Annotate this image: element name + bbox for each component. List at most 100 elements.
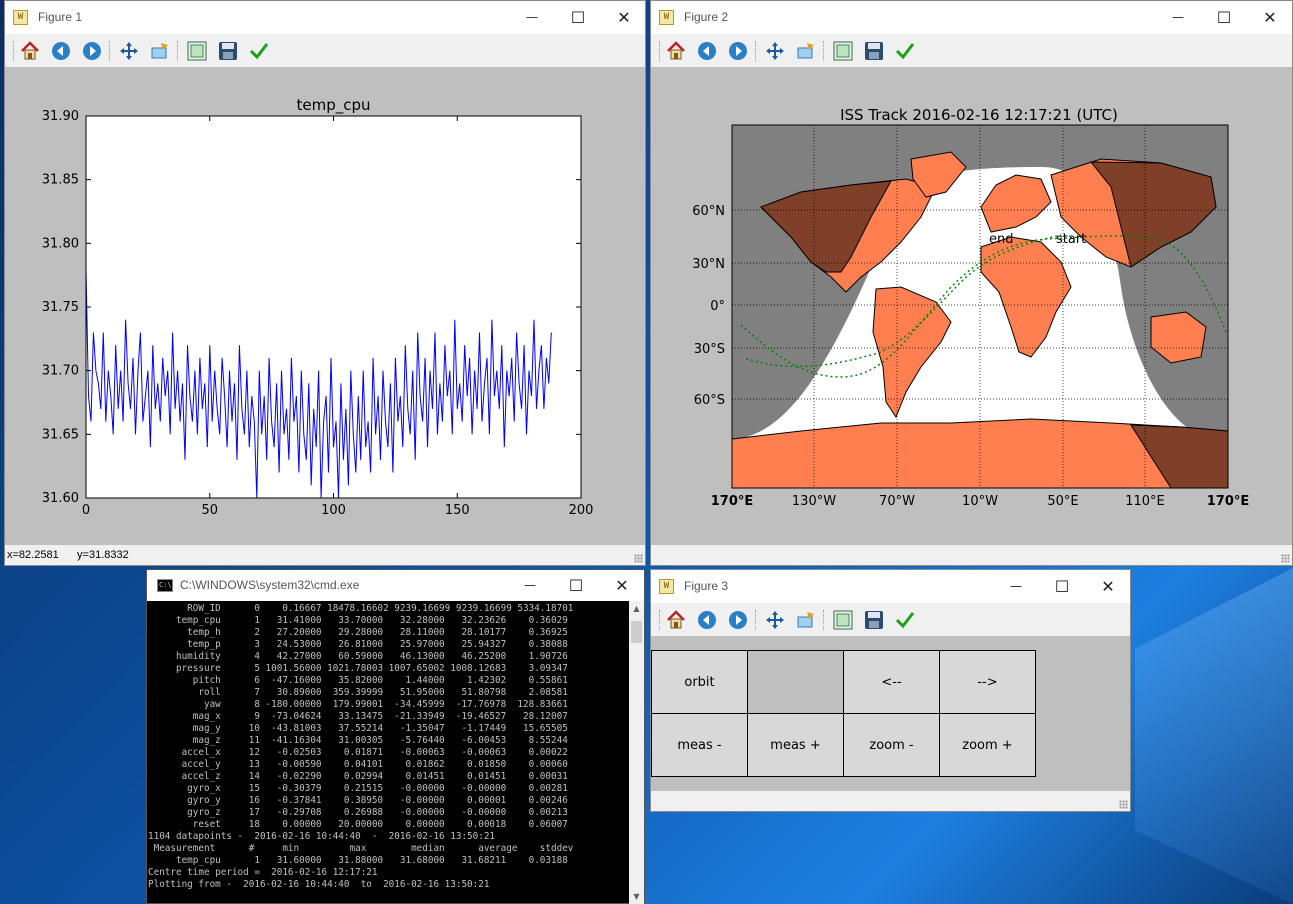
resize-grip-icon[interactable] [1119,800,1128,809]
back-arrow-icon[interactable] [49,39,73,63]
map-title: ISS Track 2016-02-16 12:17:21 (UTC) [840,106,1118,124]
prev-button[interactable]: <-- [843,650,940,714]
console-scrollbar[interactable]: ▲ ▼ [629,601,644,904]
subplots-icon[interactable] [831,39,855,63]
maximize-button[interactable]: ☐ [1039,570,1085,603]
toolbar-separator [755,610,756,630]
pan-icon[interactable] [117,39,141,63]
figure1-window[interactable]: W Figure 1 — ☐ ✕ temp_cpu 0 50 100 150 200 31.… [4,0,646,566]
temp-cpu-chart[interactable]: temp_cpu 0 50 100 150 200 31.90 31.85 31.80 31.75… [5,67,645,545]
forward-arrow-icon[interactable] [726,608,750,632]
lat-label: 30°N [692,257,725,272]
lon-label: 130°W [792,494,836,509]
console-line: gyro_x 15 -0.30379 0.21515 -0.00000 -0.0… [148,783,568,794]
meas-plus-button[interactable]: meas + [747,713,844,777]
close-button[interactable]: ✕ [599,569,645,602]
forward-arrow-icon[interactable] [726,39,750,63]
cursor-y-readout: y=31.8332 [77,549,129,561]
console-line: accel_x 12 -0.02503 0.01871 -0.00063 -0.… [148,747,568,758]
zoom-rect-icon[interactable] [794,39,818,63]
latitude-labels: 60°N 30°N 0° 30°S 60°S [692,204,725,408]
console-icon: C:\ [157,579,173,592]
toolbar-grip [13,41,14,61]
resize-grip-icon[interactable] [634,554,643,563]
console-line: yaw 8 -180.00000 179.99001 -34.45999 -17… [148,699,568,710]
minimize-button[interactable]: — [1155,1,1201,34]
forward-arrow-icon[interactable] [80,39,104,63]
x-tick-label: 200 [569,503,594,518]
cmd-window[interactable]: C:\ C:\WINDOWS\system32\cmd.exe — ☐ ✕ RO… [146,569,645,904]
console-line: accel_y 13 -0.00590 0.04101 0.01862 0.01… [148,759,568,770]
zoom-minus-button[interactable]: zoom - [843,713,940,777]
cmd-titlebar[interactable]: C:\ C:\WINDOWS\system32\cmd.exe — ☐ ✕ [147,570,644,601]
scroll-thumb[interactable] [631,621,642,643]
longitude-labels: 170°E 130°W 70°W 10°W 50°E 110°E 170°E [711,494,1250,509]
y-tick-label: 31.60 [42,491,79,506]
save-icon[interactable] [862,39,886,63]
y-tick-label: 31.70 [42,364,79,379]
next-button[interactable]: --> [939,650,1036,714]
minimize-button[interactable]: — [993,570,1039,603]
subplots-icon[interactable] [831,608,855,632]
figure3-titlebar[interactable]: W Figure 3 — ☐ ✕ [651,570,1130,603]
figure1-titlebar[interactable]: W Figure 1 — ☐ ✕ [5,1,645,34]
figure2-titlebar[interactable]: W Figure 2 — ☐ ✕ [651,1,1292,34]
resize-grip-icon[interactable] [1281,554,1290,563]
edit-check-icon[interactable] [893,39,917,63]
maximize-button[interactable]: ☐ [1201,1,1247,34]
home-icon[interactable] [664,39,688,63]
save-icon[interactable] [216,39,240,63]
pan-icon[interactable] [763,39,787,63]
lat-label: 60°N [692,204,725,219]
matplotlib-window-icon: W [659,579,674,594]
console-line: Plotting from - 2016-02-16 10:44:40 to 2… [148,879,490,890]
console-line: temp_h 2 27.20000 29.28000 28.11000 28.1… [148,627,568,638]
x-tick-label: 0 [82,503,90,518]
lon-label: 170°E [711,494,754,509]
empty-cell [747,650,844,714]
windows-logo-light [1135,568,1293,904]
subplots-icon[interactable] [185,39,209,63]
console-line: ROW_ID 0 0.16667 18478.16602 9239.16699 … [148,603,574,614]
maximize-button[interactable]: ☐ [555,1,601,34]
figure1-canvas[interactable]: temp_cpu 0 50 100 150 200 31.90 31.85 31.80 31.75… [5,67,645,545]
figure2-canvas[interactable]: ISS Track 2016-02-16 12:17:21 (UTC) end … [651,67,1292,545]
home-icon[interactable] [664,608,688,632]
back-arrow-icon[interactable] [695,608,719,632]
console-line: gyro_y 16 -0.37841 0.38950 -0.00000 0.00… [148,795,568,806]
minimize-button[interactable]: — [507,569,553,602]
close-button[interactable]: ✕ [1247,1,1293,34]
scroll-up-icon[interactable]: ▲ [629,601,644,616]
close-button[interactable]: ✕ [601,1,647,34]
figure3-window[interactable]: W Figure 3 — ☐ ✕ orbit <-- --> meas - me… [650,569,1131,812]
home-icon[interactable] [18,39,42,63]
toolbar-grip [659,610,660,630]
console-line: temp_cpu 1 31.41000 33.70000 32.28000 32… [148,615,568,626]
save-icon[interactable] [862,608,886,632]
chart-title: temp_cpu [296,96,370,115]
back-arrow-icon[interactable] [695,39,719,63]
orbit-button[interactable]: orbit [651,650,748,714]
lat-label: 30°S [694,342,725,357]
meas-minus-button[interactable]: meas - [651,713,748,777]
minimize-button[interactable]: — [509,1,555,34]
edit-check-icon[interactable] [893,608,917,632]
close-button[interactable]: ✕ [1085,570,1131,603]
maximize-button[interactable]: ☐ [553,569,599,602]
console-output[interactable]: ROW_ID 0 0.16667 18478.16602 9239.16699 … [147,601,631,904]
console-line: temp_cpu 1 31.60000 31.88000 31.68000 31… [148,855,568,866]
lon-label: 70°W [879,494,915,509]
scroll-down-icon[interactable]: ▼ [629,889,644,904]
edit-check-icon[interactable] [247,39,271,63]
zoom-plus-button[interactable]: zoom + [939,713,1036,777]
console-line: Measurement # min max median average std… [148,843,574,854]
zoom-rect-icon[interactable] [794,608,818,632]
iss-track-map[interactable]: ISS Track 2016-02-16 12:17:21 (UTC) end … [651,67,1292,545]
figure3-title: Figure 3 [684,579,729,593]
pan-icon[interactable] [763,608,787,632]
x-tick-label: 150 [445,503,470,518]
y-tick-label: 31.85 [42,173,79,188]
toolbar-separator [177,41,178,61]
zoom-rect-icon[interactable] [148,39,172,63]
figure2-window[interactable]: W Figure 2 — ☐ ✕ ISS Track 2016-02-16 12… [650,0,1293,566]
